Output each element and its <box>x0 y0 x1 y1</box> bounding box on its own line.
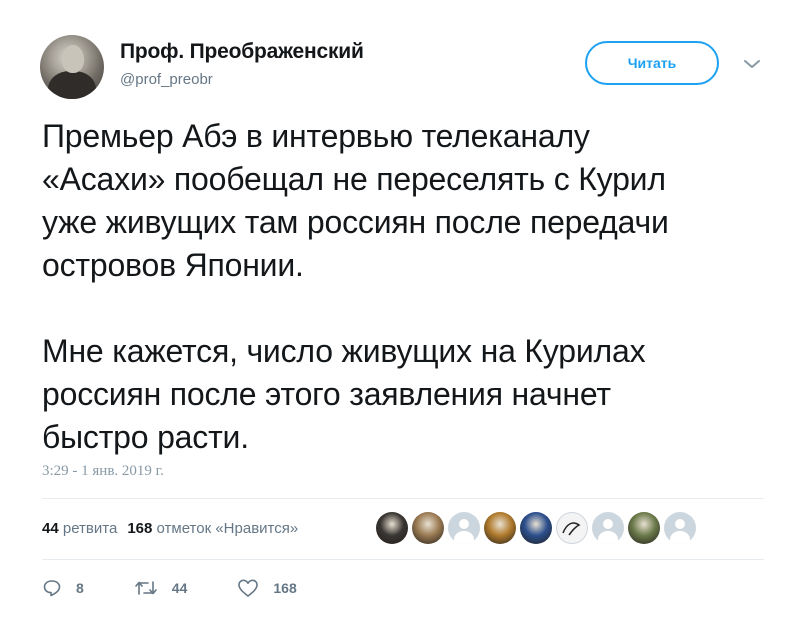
action-bar: 8 44 168 <box>42 578 347 598</box>
avatar-body <box>48 71 96 99</box>
engagement-stats: 44 ретвита 168 отметок «Нравится» <box>42 520 298 537</box>
chevron-down-icon[interactable] <box>742 56 762 72</box>
tweet-timestamp[interactable]: 3:29 - 1 янв. 2019 г. <box>42 463 164 480</box>
liker-avatar[interactable] <box>556 512 588 544</box>
reply-count: 8 <box>76 580 84 596</box>
reply-action[interactable]: 8 <box>42 578 84 598</box>
liker-avatar[interactable] <box>664 512 696 544</box>
author-name[interactable]: Проф. Преображенский <box>120 40 364 64</box>
reply-icon <box>43 580 61 597</box>
divider-top <box>42 498 764 499</box>
liker-avatar[interactable] <box>448 512 480 544</box>
follow-button[interactable]: Читать <box>585 41 719 85</box>
likers-avatars <box>376 512 700 544</box>
like-count: 168 <box>273 580 297 596</box>
liker-avatar[interactable] <box>376 512 408 544</box>
retweet-action[interactable]: 44 <box>134 578 188 598</box>
retweet-icon <box>134 581 157 595</box>
liker-avatar[interactable] <box>484 512 516 544</box>
liker-avatar[interactable] <box>592 512 624 544</box>
retweet-count: 44 <box>171 580 188 596</box>
retweets-count: 44 <box>42 520 59 537</box>
follow-button-label: Читать <box>627 55 677 71</box>
liker-avatar[interactable] <box>412 512 444 544</box>
liker-avatar[interactable] <box>628 512 660 544</box>
like-action[interactable]: 168 <box>237 578 297 598</box>
retweets-label: ретвита <box>62 520 118 537</box>
liker-avatar[interactable] <box>520 512 552 544</box>
retweets-stat[interactable]: 44 ретвита <box>42 520 117 537</box>
likes-stat[interactable]: 168 отметок «Нравится» <box>127 520 298 537</box>
avatar-face <box>62 45 84 73</box>
tweet-text: Премьер Абэ в интервью телеканалу «Асахи… <box>42 118 669 455</box>
author-handle[interactable]: @prof_preobr <box>120 71 213 88</box>
likes-count: 168 <box>127 520 153 537</box>
likes-label: отметок «Нравится» <box>156 520 299 537</box>
divider-bottom <box>42 559 764 560</box>
heart-icon <box>238 579 259 597</box>
avatar[interactable] <box>40 35 104 99</box>
